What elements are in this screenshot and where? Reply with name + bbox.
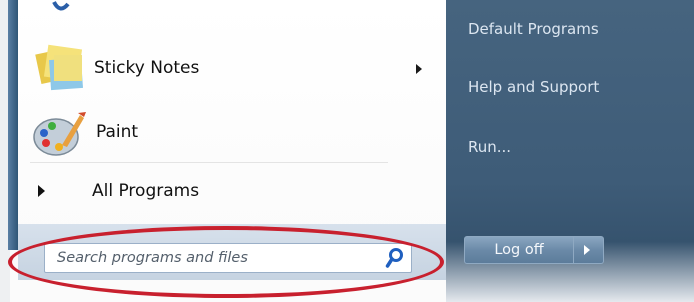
all-programs-button[interactable]: All Programs — [34, 176, 274, 208]
sticky-notes-label: Sticky Notes — [94, 58, 200, 78]
submenu-arrow-icon[interactable] — [416, 64, 422, 74]
paint-label: Paint — [96, 122, 139, 142]
shutdown-controls: Log off — [464, 236, 604, 264]
log-off-button[interactable]: Log off — [464, 236, 574, 264]
program-item-sticky-notes[interactable]: Sticky Notes — [34, 41, 436, 97]
sticky-notes-icon — [34, 41, 86, 97]
start-menu-frame-edge — [8, 0, 18, 250]
help-and-support-link[interactable]: Help and Support — [468, 78, 599, 96]
all-programs-label: All Programs — [92, 181, 200, 201]
shutdown-options-button[interactable] — [574, 236, 604, 264]
run-link[interactable]: Run... — [468, 138, 511, 156]
program-icon-partial — [52, 1, 70, 11]
separator — [30, 162, 388, 163]
triangle-right-icon — [38, 185, 45, 197]
program-item-paint[interactable]: Paint — [32, 108, 434, 164]
paint-palette-icon — [32, 109, 86, 163]
chevron-right-icon — [584, 245, 590, 255]
default-programs-link[interactable]: Default Programs — [468, 20, 599, 38]
places-pane: Default Programs Help and Support Run...… — [446, 0, 694, 302]
highlight-ellipse — [8, 226, 444, 298]
